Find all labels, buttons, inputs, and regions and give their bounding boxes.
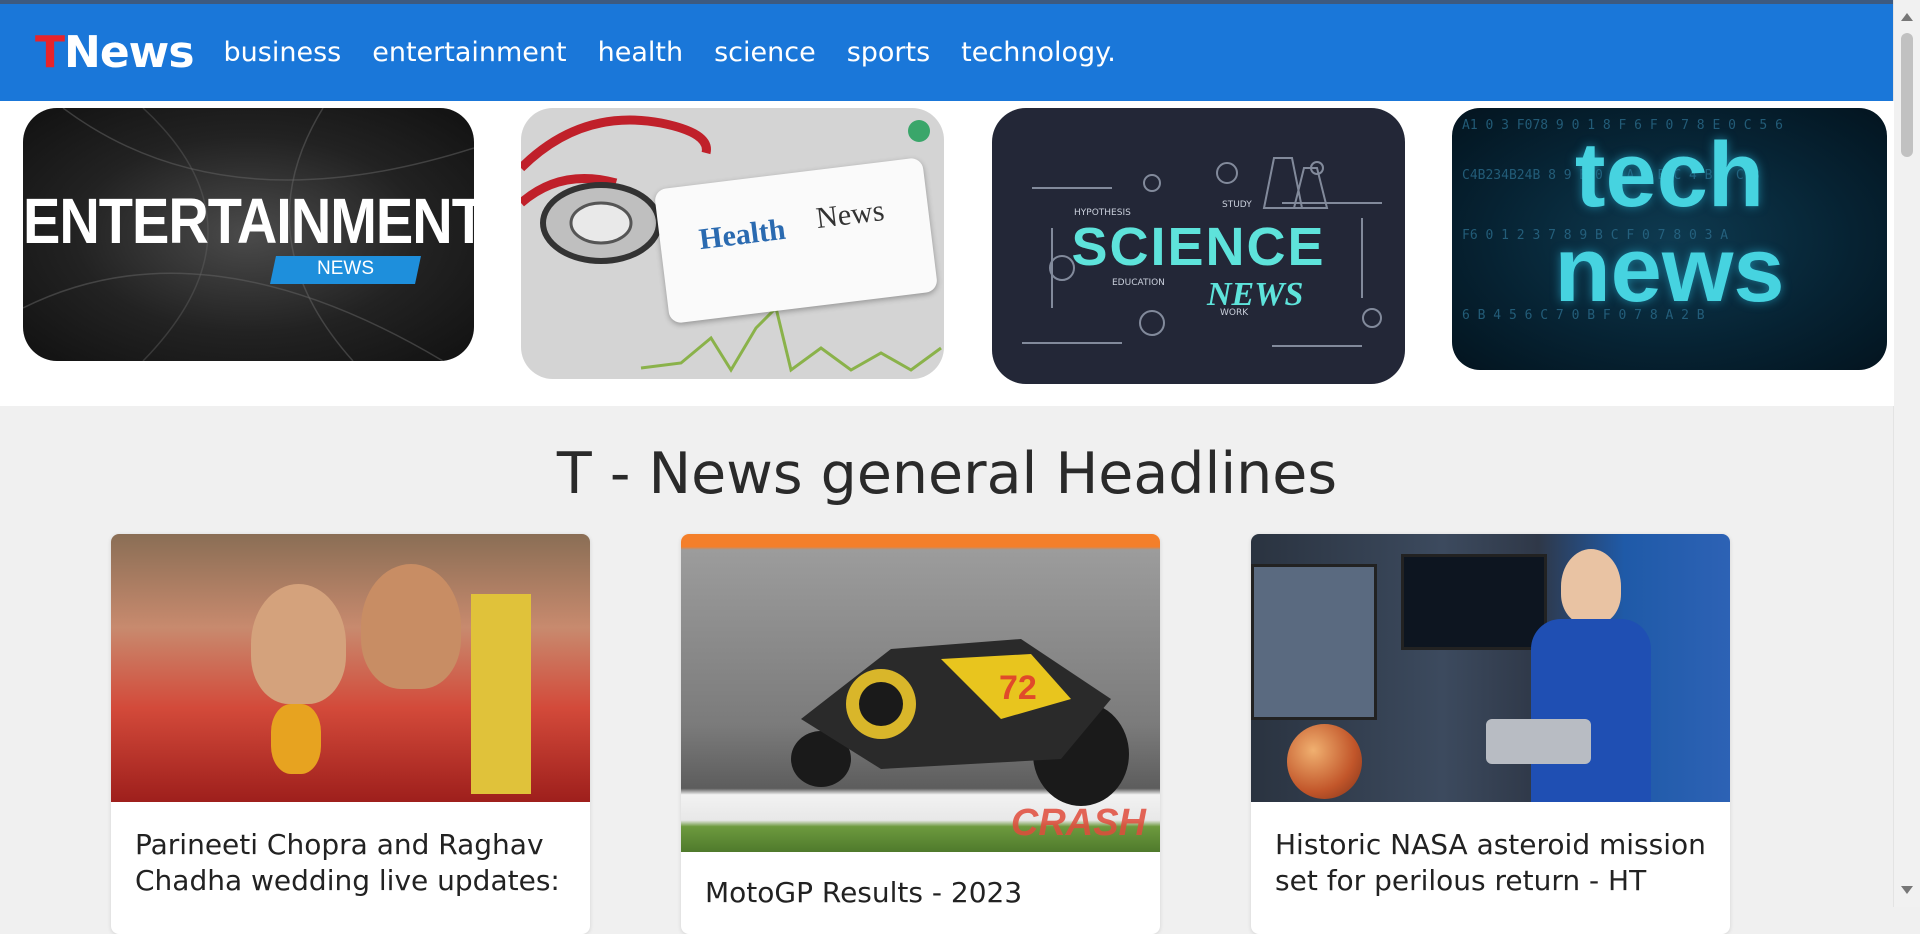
tech-word: tech bbox=[1574, 124, 1765, 226]
crash-watermark: CRASH bbox=[1010, 802, 1146, 844]
entertainment-subheading: NEWS bbox=[317, 258, 374, 279]
nav-link-entertainment[interactable]: entertainment bbox=[372, 37, 566, 68]
nav-link-business[interactable]: business bbox=[224, 37, 342, 68]
navbar: TNews business entertainment health scie… bbox=[0, 4, 1894, 101]
scarf-shape bbox=[471, 594, 531, 794]
nav-link-technology[interactable]: technology. bbox=[961, 37, 1116, 68]
news-card[interactable]: Parineeti Chopra and Raghav Chadha weddi… bbox=[111, 534, 590, 934]
science-label-education: EDUCATION bbox=[1112, 278, 1165, 288]
scroll-thumb[interactable] bbox=[1901, 33, 1913, 157]
motorcycle-icon: 72 bbox=[791, 639, 1129, 806]
svg-text:72: 72 bbox=[999, 669, 1037, 707]
carousel-entertainment-image[interactable]: ENTERTAINMENT NEWS bbox=[23, 108, 474, 361]
carousel-science-image[interactable]: SCIENCE NEWS HYPOTHESIS STUDY EDUCATION … bbox=[992, 108, 1405, 384]
nav-link-health[interactable]: health bbox=[598, 37, 683, 68]
news-card-image[interactable]: 72 CRASH bbox=[681, 534, 1160, 852]
science-label-hypothesis: HYPOTHESIS bbox=[1074, 208, 1131, 218]
nav-link-science[interactable]: science bbox=[714, 37, 816, 68]
brand-logo-text: News bbox=[64, 26, 195, 78]
entertainment-heading: ENTERTAINMENT bbox=[23, 184, 474, 257]
person-shape bbox=[361, 564, 461, 689]
scroll-up-arrow-icon[interactable] bbox=[1901, 13, 1913, 21]
person-shape bbox=[251, 584, 346, 704]
news-card-title[interactable]: Historic NASA asteroid mission set for p… bbox=[1275, 827, 1710, 899]
monitor-shape bbox=[1251, 564, 1377, 720]
page-scrollbar[interactable] bbox=[1893, 0, 1920, 907]
garland-shape bbox=[271, 704, 321, 774]
scroll-down-arrow-icon[interactable] bbox=[1901, 886, 1913, 894]
news-card[interactable]: 72 CRASH MotoGP Results - 2023 bbox=[681, 534, 1160, 934]
sample-capsule-shape bbox=[1486, 719, 1591, 764]
news-card-image[interactable] bbox=[111, 534, 590, 802]
person-shape bbox=[1561, 549, 1621, 624]
monitor-shape bbox=[1401, 554, 1547, 650]
news-card-image[interactable] bbox=[1251, 534, 1730, 802]
person-shirt-shape bbox=[1531, 619, 1651, 802]
news-word: news bbox=[1554, 219, 1785, 321]
tech-news-heading: tech news bbox=[1452, 128, 1887, 318]
brand-logo-t: T bbox=[35, 26, 65, 78]
news-card-title[interactable]: Parineeti Chopra and Raghav Chadha weddi… bbox=[135, 827, 570, 899]
page-title: T - News general Headlines bbox=[556, 441, 1338, 507]
category-carousel: ENTERTAINMENT NEWS Health News SCIENCE N… bbox=[0, 101, 1894, 406]
news-card[interactable]: Historic NASA asteroid mission set for p… bbox=[1251, 534, 1730, 934]
nav-links: business entertainment health science sp… bbox=[224, 37, 1147, 68]
science-heading: SCIENCE bbox=[1071, 217, 1326, 277]
carousel-health-image[interactable]: Health News bbox=[521, 108, 944, 379]
brand-logo[interactable]: TNews bbox=[35, 30, 195, 75]
news-card-title[interactable]: MotoGP Results - 2023 bbox=[705, 875, 1140, 911]
info-badge-icon bbox=[908, 120, 930, 142]
carousel-tech-image[interactable]: A1 0 3 F078 9 0 1 8 F 6 F 0 7 8 E 0 C 5 … bbox=[1452, 108, 1887, 370]
nav-link-sports[interactable]: sports bbox=[847, 37, 930, 68]
planet-model-icon bbox=[1287, 724, 1362, 799]
science-label-study: STUDY bbox=[1222, 200, 1252, 210]
science-label-work: WORK bbox=[1220, 308, 1249, 318]
